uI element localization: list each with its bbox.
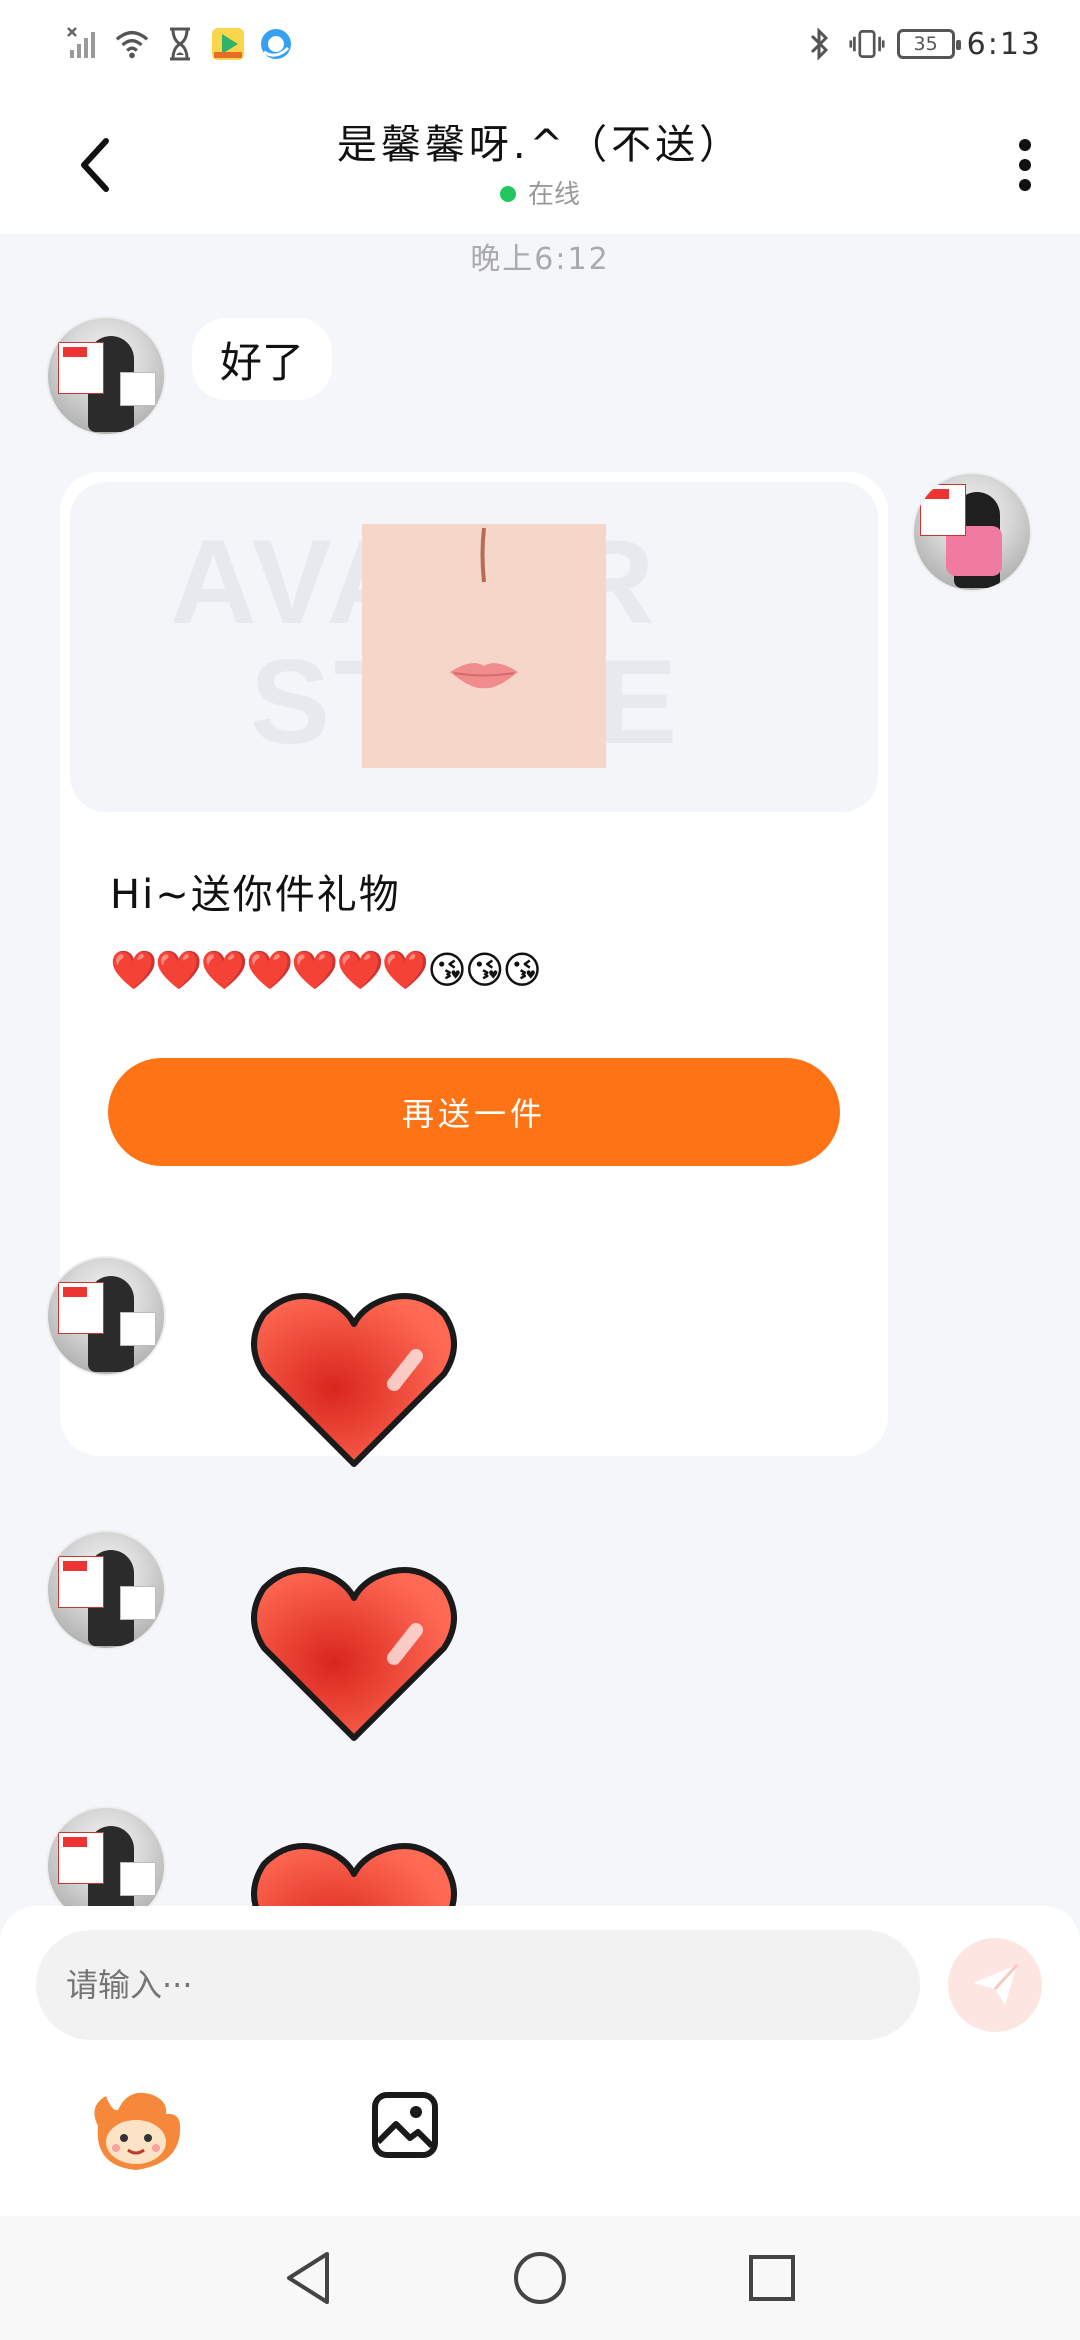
status-bar: 35 6:13 (0, 0, 1080, 90)
image-icon (372, 2092, 438, 2158)
gift-title: Hi~送你件礼物 (110, 872, 401, 918)
home-circle-icon (514, 2252, 566, 2304)
more-vertical-icon (1019, 139, 1031, 191)
image-picker-button[interactable] (370, 2090, 440, 2160)
contact-avatar[interactable] (46, 1530, 166, 1650)
vibrate-icon (849, 26, 885, 62)
battery-level: 35 (913, 33, 938, 55)
mascot-emoji-button[interactable] (88, 2086, 184, 2176)
contact-avatar[interactable] (46, 316, 166, 436)
more-options-button[interactable] (1000, 130, 1050, 200)
nav-home-button[interactable] (508, 2246, 572, 2310)
video-app-icon (210, 26, 246, 62)
gift-emoji-message: ❤️❤️❤️❤️❤️❤️❤️😘😘😘 (110, 948, 542, 992)
chat-message-list[interactable]: 晚上6:12 好了 AVATAR STORE Hi~送你件礼物 ❤️❤️❤️❤️… (0, 234, 1080, 1914)
gift-preview-image: AVATAR STORE (70, 482, 878, 812)
back-triangle-icon (287, 2252, 329, 2304)
message-bubble[interactable]: 好了 (192, 318, 332, 400)
battery-icon: 35 (896, 29, 961, 59)
signal-off-icon (66, 26, 102, 62)
heart-sticker[interactable] (244, 1558, 464, 1748)
nav-back-button[interactable] (276, 2246, 340, 2310)
message-text: 好了 (219, 337, 304, 387)
system-navigation-bar (0, 2216, 1080, 2340)
recents-square-icon (749, 2255, 795, 2301)
hourglass-icon (162, 26, 198, 62)
wifi-icon (114, 26, 150, 62)
gift-message-card[interactable]: AVATAR STORE Hi~送你件礼物 ❤️❤️❤️❤️❤️❤️❤️😘😘😘 … (60, 472, 888, 1456)
message-composer (0, 1906, 1080, 2216)
gift-face-image (362, 524, 606, 768)
mascot-emoji-icon (94, 2092, 181, 2170)
contact-avatar[interactable] (46, 1806, 166, 1914)
my-avatar[interactable] (912, 472, 1032, 592)
chat-title: 是馨馨呀.^（不送） (336, 122, 744, 168)
message-input[interactable] (36, 1930, 920, 2040)
bluetooth-icon (801, 26, 837, 62)
paper-plane-icon (973, 1963, 1019, 2005)
chat-header: 是馨馨呀.^（不送） 在线 (0, 90, 1080, 234)
contact-avatar[interactable] (46, 1256, 166, 1376)
send-button[interactable] (948, 1938, 1042, 2032)
presence-label: 在线 (527, 180, 580, 210)
send-again-button[interactable]: 再送一件 (108, 1058, 840, 1166)
status-time: 6:13 (966, 26, 1042, 62)
status-left-icons (66, 26, 294, 62)
message-timestamp: 晚上6:12 (470, 242, 610, 277)
nav-recents-button[interactable] (740, 2246, 804, 2310)
presence-status: 在线 (0, 174, 1080, 211)
online-dot-icon (499, 185, 516, 202)
browser-app-icon (258, 26, 294, 62)
status-right-icons: 35 6:13 (801, 26, 1042, 62)
heart-sticker[interactable] (244, 1834, 464, 1914)
heart-sticker[interactable] (244, 1284, 464, 1474)
